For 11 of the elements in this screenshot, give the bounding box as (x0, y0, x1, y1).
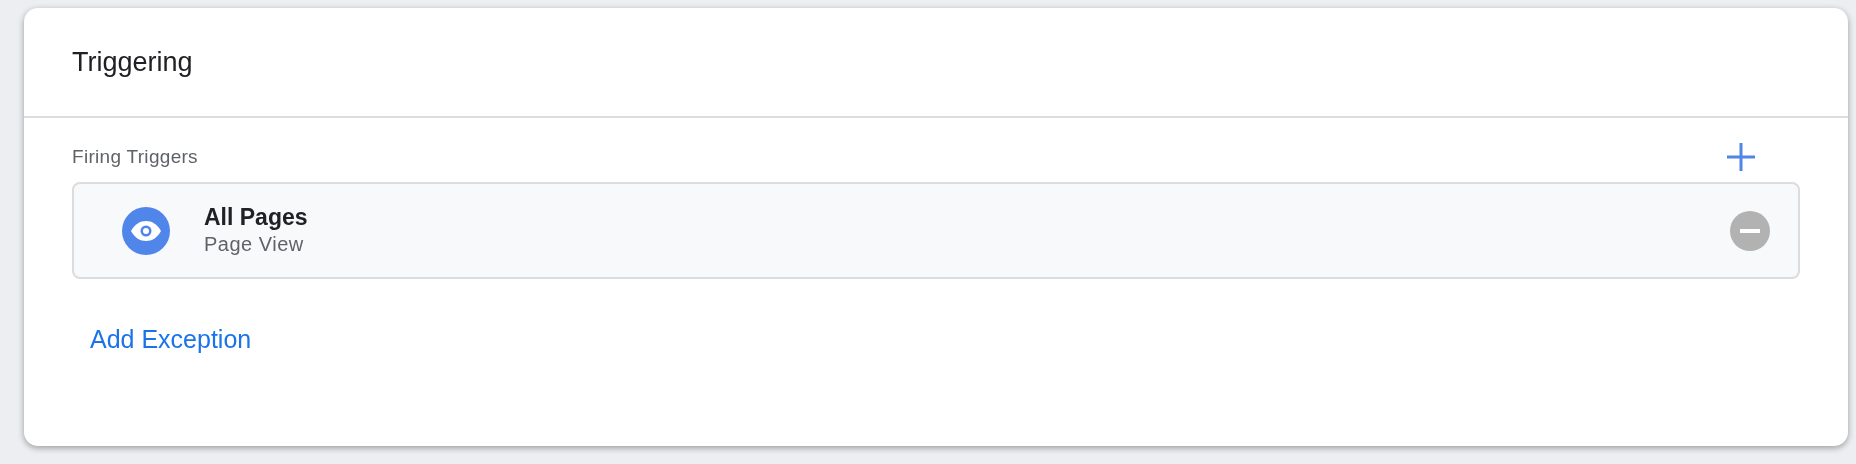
minus-icon (1730, 210, 1770, 251)
section-label: Firing Triggers (72, 144, 198, 169)
trigger-item[interactable]: All Pages Page View (72, 182, 1800, 279)
eye-icon (122, 206, 170, 255)
card-title: Triggering (72, 45, 193, 79)
trigger-name: All Pages (204, 203, 308, 232)
add-exception-link[interactable]: Add Exception (90, 321, 252, 359)
plus-icon (1726, 142, 1756, 172)
trigger-type: Page View (204, 232, 305, 258)
add-trigger-button[interactable] (1726, 142, 1756, 172)
remove-trigger-button[interactable] (1730, 210, 1770, 251)
